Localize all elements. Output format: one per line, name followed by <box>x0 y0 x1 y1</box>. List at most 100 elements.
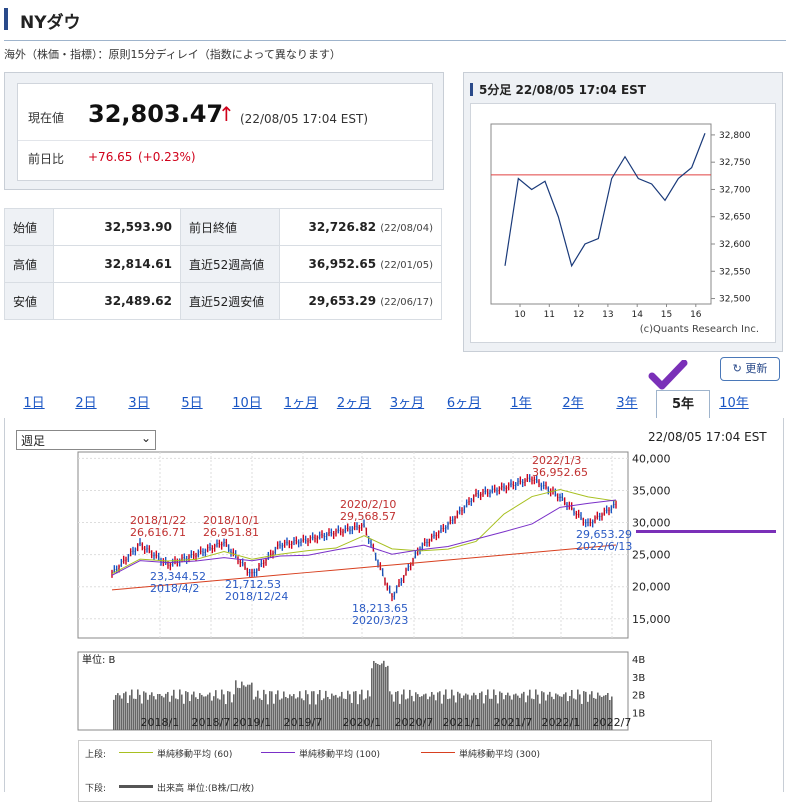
price-divider <box>18 140 432 141</box>
stats-row: 高値 32,814.61 直近52週高値 36,952.65 (22/01/05… <box>4 245 442 283</box>
stat-label: 高値 <box>4 245 54 283</box>
volume-bar <box>117 693 119 730</box>
chart-legend: 上段: 単純移動平均 (60) 単純移動平均 (100) 単純移動平均 (300… <box>78 740 712 802</box>
page-header: NYダウ <box>4 6 786 41</box>
volume-bar <box>281 698 283 730</box>
volume-bar <box>483 703 485 730</box>
x-tick-label: 2018/1 <box>141 716 180 729</box>
title-marker <box>470 83 473 96</box>
title-marker <box>4 8 8 30</box>
stat-value: 29,653.29 (22/06/17) <box>279 282 442 320</box>
stats-table-wrap: 始値 32,593.90 前日終値 32,726.82 (22/08/04) 高… <box>4 208 442 320</box>
tab-period[interactable]: 10日 <box>226 392 268 416</box>
y-tick-label: 30,000 <box>632 517 671 530</box>
volume-bar <box>133 698 135 730</box>
stats-row: 安値 32,489.62 直近52週安値 29,653.29 (22/06/17… <box>4 282 442 320</box>
tab-period[interactable]: 2日 <box>66 392 106 416</box>
annotation-date: 2020/3/23 <box>352 614 408 627</box>
volume-bar <box>437 692 439 730</box>
annotation-value: 29,568.57 <box>340 510 396 523</box>
volume-bar <box>491 698 493 730</box>
y-tick-label: 15,000 <box>632 613 671 626</box>
stat-label: 直近52週高値 <box>180 245 280 283</box>
tab-period[interactable]: 3ヶ月 <box>386 392 428 416</box>
volume-bar <box>587 701 589 730</box>
title-divider <box>4 40 786 41</box>
refresh-button[interactable]: ↻ 更新 <box>720 357 780 381</box>
volume-bar <box>385 666 387 730</box>
legend-ma60: 単純移動平均 (60) <box>157 750 233 760</box>
tab-period[interactable]: 2年 <box>555 392 591 416</box>
chevron-down-icon: ⌄ <box>140 431 151 445</box>
interval-select-value: 週足 <box>21 434 46 448</box>
legend-ma100: 単純移動平均 (100) <box>299 750 381 760</box>
annotation-date: 2022/6/13 <box>576 540 632 553</box>
x-tick-label: 2022/1 <box>542 716 581 729</box>
x-tick-label: 15 <box>661 310 672 320</box>
refresh-icon: ↻ <box>732 362 742 375</box>
tab-period[interactable]: 5年 <box>656 390 710 420</box>
volume-bar <box>333 695 335 730</box>
x-tick-label: 2020/7 <box>395 716 434 729</box>
tab-period[interactable]: 3年 <box>609 392 645 416</box>
intraday-panel: 5分足 22/08/05 17:04 EST 32,800 32,750 32,70… <box>463 72 783 352</box>
volume-bar <box>113 699 115 730</box>
volume-bar <box>131 689 133 730</box>
volume-bar <box>277 690 279 730</box>
volume-bar <box>119 695 121 730</box>
y-tick-label: 20,000 <box>632 581 671 594</box>
stat-value-text: 29,653.29 <box>308 294 377 308</box>
stat-value-text: 32,726.82 <box>308 220 377 234</box>
period-tabs: 1日 2日 3日 5日 10日 1ヶ月 2ヶ月 3ヶ月 6ヶ月 1年 2年 3年 5年 10年 <box>4 390 782 420</box>
volume-bar <box>323 698 325 730</box>
page-title: NYダウ <box>20 13 81 33</box>
volume-bar <box>581 703 583 730</box>
volume-bar <box>485 695 487 730</box>
stat-value: 32,726.82 (22/08/04) <box>279 208 442 246</box>
x-tick-label: 2022/7 <box>593 716 632 729</box>
volume-bar <box>125 691 127 730</box>
interval-select[interactable]: 週足 ⌄ <box>16 430 156 450</box>
x-tick-label: 2021/7 <box>494 716 533 729</box>
stat-value: 32,814.61 <box>53 245 181 283</box>
volume-bar <box>489 698 491 730</box>
stat-value: 36,952.65 (22/01/05) <box>279 245 442 283</box>
x-tick-label: 2019/7 <box>284 716 323 729</box>
tab-period[interactable]: 1ヶ月 <box>280 392 322 416</box>
tab-period[interactable]: 5日 <box>172 392 212 416</box>
delay-note: 海外（株価・指標）：原則15分ディレイ（指数によって異なります） <box>4 48 341 61</box>
intraday-title: 5分足 22/08/05 17:04 EST <box>470 81 646 98</box>
stat-label: 安値 <box>4 282 54 320</box>
tab-period[interactable]: 1日 <box>14 392 54 416</box>
y-tick-label: 40,000 <box>632 452 671 465</box>
stat-label: 前日終値 <box>180 208 280 246</box>
volume-bar <box>121 698 123 730</box>
annotation-value: 26,951.81 <box>203 526 259 539</box>
x-tick-label: 2021/1 <box>443 716 482 729</box>
volume-bar <box>181 694 183 730</box>
main-chart: 40,000 35,000 30,000 25,000 20,000 15,000 2018… <box>77 451 671 731</box>
volume-bar <box>327 696 329 730</box>
ma60-swatch <box>119 752 153 753</box>
volume-bar <box>279 699 281 730</box>
checkmark-icon <box>648 360 688 390</box>
volume-bar <box>325 690 327 730</box>
tab-period[interactable]: 2ヶ月 <box>333 392 375 416</box>
stat-label: 直近52週安値 <box>180 282 280 320</box>
volume-tick-label: 1B <box>632 708 645 719</box>
stat-label: 始値 <box>4 208 54 246</box>
volume-bar <box>273 703 275 730</box>
y-tick-label: 32,650 <box>719 213 751 223</box>
volume-tick-label: 3B <box>632 673 645 684</box>
annotation-value: 36,952.65 <box>532 466 588 479</box>
y-tick-label: 32,600 <box>719 240 751 250</box>
volume-bar <box>127 702 129 730</box>
tab-period[interactable]: 1年 <box>503 392 539 416</box>
x-tick-label: 10 <box>514 310 526 320</box>
price-panel: 現在値 32,803.47 ↑ (22/08/05 17:04 EST) 前日比… <box>4 72 444 190</box>
legend-ma300: 単純移動平均 (300) <box>459 750 541 760</box>
x-tick-label: 12 <box>573 310 584 320</box>
tab-period[interactable]: 10年 <box>712 392 756 416</box>
tab-period[interactable]: 3日 <box>119 392 159 416</box>
tab-period[interactable]: 6ヶ月 <box>441 392 487 416</box>
